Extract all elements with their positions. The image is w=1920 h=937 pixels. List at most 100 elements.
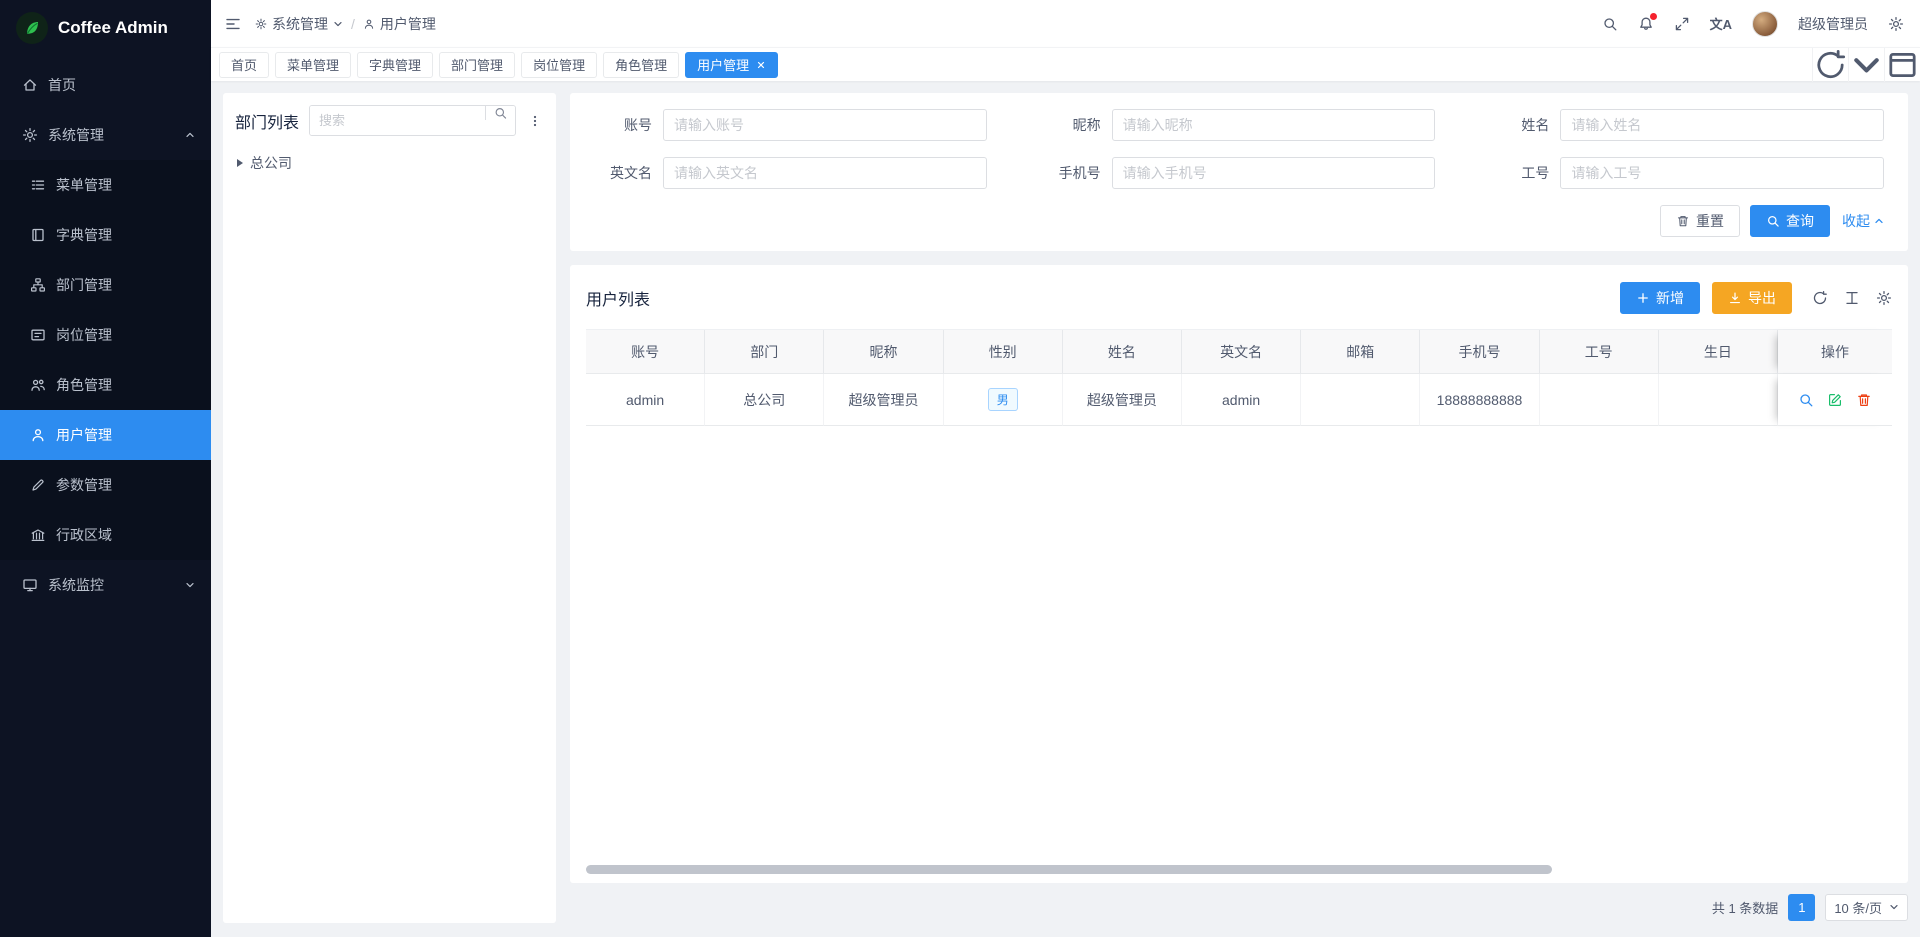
tree-caret-icon[interactable]	[237, 159, 243, 167]
notification-bell-icon[interactable]	[1638, 16, 1654, 32]
link-label: 收起	[1842, 211, 1870, 231]
row-height-icon[interactable]	[1844, 290, 1860, 306]
field-label: 手机号	[1043, 163, 1101, 183]
button-label: 查询	[1786, 211, 1814, 231]
header-actions: 文A 超级管理员	[1602, 11, 1904, 37]
refresh-icon[interactable]	[1812, 290, 1828, 306]
chevron-down-icon[interactable]	[1848, 48, 1884, 82]
department-panel-title: 部门列表	[235, 109, 299, 133]
field-label: 姓名	[1491, 115, 1549, 135]
work-no-input[interactable]	[1560, 157, 1884, 189]
cell-account: admin	[586, 374, 705, 426]
pen-icon	[30, 477, 46, 493]
tab-dict-mgmt[interactable]: 字典管理	[357, 52, 433, 78]
add-user-button[interactable]: 新增	[1620, 282, 1700, 314]
collapse-filter-link[interactable]: 收起	[1842, 211, 1884, 231]
field-label: 账号	[594, 115, 652, 135]
chevron-down-icon	[333, 19, 343, 29]
column-header: 姓名	[1063, 330, 1182, 374]
sidebar-item-home[interactable]: 首页	[0, 60, 211, 110]
cell-gender: 男	[944, 374, 1063, 426]
filter-field-phone: 手机号	[1043, 157, 1436, 189]
close-icon[interactable]	[756, 60, 766, 70]
cell-birthday	[1659, 374, 1778, 426]
horizontal-scrollbar-thumb[interactable]	[586, 865, 1552, 874]
fullscreen-icon[interactable]	[1674, 16, 1690, 32]
tab-tools	[1812, 48, 1920, 82]
field-label: 工号	[1491, 163, 1549, 183]
tab-home[interactable]: 首页	[219, 52, 269, 78]
view-icon[interactable]	[1798, 392, 1814, 408]
tab-menu-mgmt[interactable]: 菜单管理	[275, 52, 351, 78]
account-input[interactable]	[663, 109, 987, 141]
sidebar-item-menu-mgmt[interactable]: 菜单管理	[0, 160, 211, 210]
user-list-tools: 新增 导出	[1620, 282, 1892, 314]
filter-field-en-name: 英文名	[594, 157, 987, 189]
gender-tag: 男	[988, 388, 1018, 411]
cell-email	[1301, 374, 1420, 426]
sidebar-item-label: 字典管理	[56, 225, 112, 245]
name-input[interactable]	[1560, 109, 1884, 141]
org-tree-icon	[30, 277, 46, 293]
pagination: 共 1 条数据 1 10 条/页	[570, 891, 1908, 923]
layout-frame-icon[interactable]	[1884, 48, 1920, 82]
download-icon	[1728, 291, 1742, 305]
settings-gear-icon[interactable]	[1888, 16, 1904, 32]
table-row: admin 总公司 超级管理员 男 超级管理员 admin 1888888888…	[586, 374, 1892, 426]
query-button[interactable]: 查询	[1750, 205, 1830, 237]
chevron-up-icon	[1874, 216, 1884, 226]
sidebar-item-param-mgmt[interactable]: 参数管理	[0, 460, 211, 510]
page-1-button[interactable]: 1	[1788, 894, 1815, 921]
user-table: 账号 部门 昵称 性别 姓名 英文名 邮箱 手机号 工号 生日 操作	[586, 329, 1892, 426]
filter-field-account: 账号	[594, 109, 987, 141]
person-icon	[363, 18, 375, 30]
menu-fold-icon[interactable]	[225, 16, 241, 32]
app-logo: Coffee Admin	[0, 0, 211, 56]
refresh-icon[interactable]	[1812, 48, 1848, 82]
phone-input[interactable]	[1112, 157, 1436, 189]
trash-icon	[1676, 214, 1690, 228]
translate-icon[interactable]: 文A	[1710, 14, 1732, 33]
column-header: 工号	[1540, 330, 1659, 374]
tab-user-mgmt[interactable]: 用户管理	[685, 52, 778, 78]
breadcrumb-system[interactable]: 系统管理	[255, 14, 343, 34]
nickname-input[interactable]	[1112, 109, 1436, 141]
tab-post-mgmt[interactable]: 岗位管理	[521, 52, 597, 78]
edit-icon[interactable]	[1827, 392, 1843, 408]
tab-dept-mgmt[interactable]: 部门管理	[439, 52, 515, 78]
sidebar-item-role-mgmt[interactable]: 角色管理	[0, 360, 211, 410]
tab-role-mgmt[interactable]: 角色管理	[603, 52, 679, 78]
sidebar-item-dict-mgmt[interactable]: 字典管理	[0, 210, 211, 260]
delete-icon[interactable]	[1856, 392, 1872, 408]
more-dots-icon[interactable]	[526, 114, 544, 128]
column-settings-gear-icon[interactable]	[1876, 290, 1892, 306]
sidebar-item-region-mgmt[interactable]: 行政区域	[0, 510, 211, 560]
sidebar-item-label: 用户管理	[56, 425, 112, 445]
sidebar-item-dept-mgmt[interactable]: 部门管理	[0, 260, 211, 310]
sidebar: Coffee Admin 首页 系统管理 菜单管理 字典管理	[0, 0, 211, 937]
gear-icon	[255, 18, 267, 30]
reset-button[interactable]: 重置	[1660, 205, 1740, 237]
tree-node-root[interactable]: 总公司	[235, 150, 544, 176]
sidebar-item-post-mgmt[interactable]: 岗位管理	[0, 310, 211, 360]
filter-field-work-no: 工号	[1491, 157, 1884, 189]
en-name-input[interactable]	[663, 157, 987, 189]
people-icon	[30, 377, 46, 393]
field-label: 英文名	[594, 163, 652, 183]
breadcrumb-current[interactable]: 用户管理	[363, 14, 436, 34]
department-search-input[interactable]	[310, 106, 485, 135]
sidebar-item-user-mgmt[interactable]: 用户管理	[0, 410, 211, 460]
sidebar-group-monitor[interactable]: 系统监控	[0, 560, 211, 610]
search-icon[interactable]	[1602, 16, 1618, 32]
person-icon	[30, 427, 46, 443]
column-header: 英文名	[1182, 330, 1301, 374]
filter-grid: 账号 昵称 姓名 英文名	[594, 109, 1884, 189]
search-icon[interactable]	[485, 106, 515, 120]
column-header: 生日	[1659, 330, 1778, 374]
sidebar-group-system[interactable]: 系统管理	[0, 110, 211, 160]
export-button[interactable]: 导出	[1712, 282, 1792, 314]
page-size-select[interactable]: 10 条/页	[1825, 894, 1908, 921]
department-panel: 部门列表 总公司	[223, 93, 556, 923]
avatar[interactable]	[1752, 11, 1778, 37]
current-user-name[interactable]: 超级管理员	[1798, 14, 1868, 34]
